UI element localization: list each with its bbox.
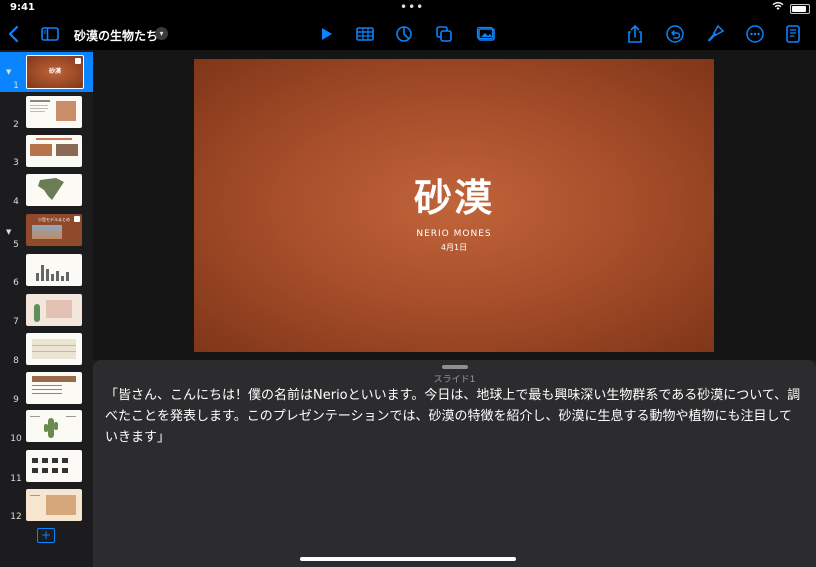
slide-number: 11 (10, 474, 22, 484)
play-icon[interactable] (314, 22, 338, 46)
slide-thumbnail-4[interactable] (26, 174, 82, 206)
slide-number: 3 (13, 158, 19, 168)
wifi-icon (772, 1, 784, 14)
slide-thumbnail-3[interactable] (26, 135, 82, 167)
slide-number: 10 (10, 434, 22, 444)
slide-number: 5 (13, 240, 19, 250)
panel-grabber[interactable] (442, 365, 468, 369)
slide-thumbnail-5[interactable]: 小型モデルまとめ (26, 214, 82, 246)
presenter-notes-icon[interactable] (781, 22, 805, 46)
sidebar-icon[interactable] (38, 22, 62, 46)
toolbar: 砂漠の生物たち ▾ (0, 18, 816, 50)
slide-date[interactable]: 4月1日 (194, 242, 714, 253)
disclosure-triangle-icon[interactable]: ▼ (6, 68, 11, 76)
share-icon[interactable] (623, 22, 647, 46)
slide-number: 4 (13, 197, 19, 207)
back-icon[interactable] (2, 22, 26, 46)
slide-thumbnail-8[interactable] (26, 333, 82, 365)
presenter-notes-panel: スライド1 「皆さん、こんにちは！僕の名前はNerioといいます。今日は、地球上… (93, 360, 816, 567)
shapes-icon[interactable] (432, 22, 456, 46)
chart-icon[interactable] (392, 22, 416, 46)
media-icon[interactable] (474, 22, 498, 46)
thumb-title: 砂漠 (48, 68, 61, 75)
slide-thumbnail-6[interactable] (26, 254, 82, 286)
slide-number: 12 (10, 512, 22, 522)
document-title[interactable]: 砂漠の生物たち (74, 27, 158, 44)
table-icon[interactable] (353, 22, 377, 46)
slide-author[interactable]: NERIO MONES (194, 229, 714, 239)
undo-icon[interactable] (663, 22, 687, 46)
slide-thumbnail-10[interactable] (26, 410, 82, 442)
slide-number: 1 (13, 81, 19, 91)
slide-number: 7 (13, 317, 19, 327)
slide-number: 6 (13, 278, 19, 288)
format-brush-icon[interactable] (703, 22, 727, 46)
disclosure-triangle-icon[interactable]: ▼ (6, 228, 11, 236)
slide-thumbnail-12[interactable] (26, 489, 82, 521)
home-indicator[interactable] (300, 557, 516, 561)
slide-thumbnail-7[interactable] (26, 294, 82, 326)
slide-navigator: ▼ 1 砂漠 2 3 4 ▼ 5 小型モデルまとめ 6 7 8 9 10 11 … (0, 50, 93, 567)
slide-number: 8 (13, 356, 19, 366)
add-slide-button[interactable]: + (37, 528, 55, 543)
current-slide[interactable]: 砂漠 NERIO MONES 4月1日 (194, 59, 714, 352)
slide-thumbnail-2[interactable] (26, 96, 82, 128)
notes-text[interactable]: 「皆さん、こんにちは！僕の名前はNerioといいます。今日は、地球上で最も興味深… (105, 385, 805, 448)
battery-icon (790, 4, 810, 14)
title-menu-chevron-icon[interactable]: ▾ (155, 27, 168, 40)
slide-thumbnail-11[interactable] (26, 450, 82, 482)
notes-slide-label: スライド1 (433, 375, 476, 385)
slide-thumbnail-1[interactable]: 砂漠 (26, 55, 84, 89)
multitasking-dots-icon[interactable]: ••• (400, 0, 424, 14)
slide-title[interactable]: 砂漠 (194, 167, 714, 222)
plus-icon: + (40, 528, 52, 542)
status-time: 9:41 (10, 2, 35, 13)
more-icon[interactable] (743, 22, 767, 46)
slide-number: 9 (13, 395, 19, 405)
slide-number: 2 (13, 120, 19, 130)
slide-thumbnail-9[interactable] (26, 372, 82, 404)
status-bar: 9:41 ••• (0, 0, 816, 18)
